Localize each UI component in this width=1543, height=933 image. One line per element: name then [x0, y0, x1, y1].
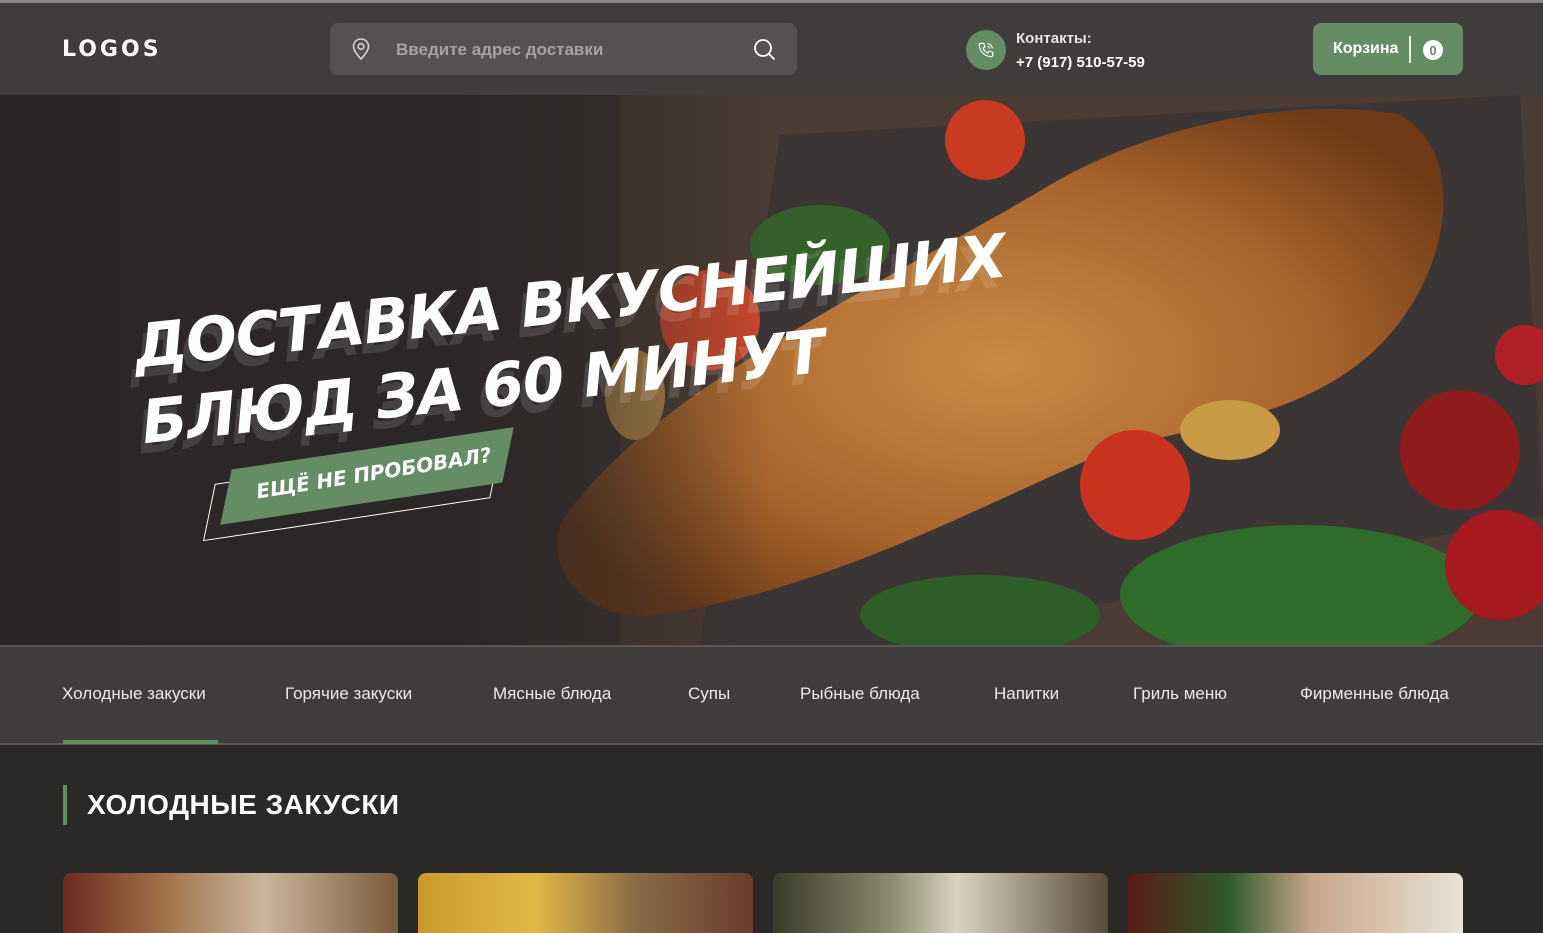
tab-grill-menu[interactable]: Гриль меню [1133, 684, 1227, 704]
tab-hot-appetizers[interactable]: Горячие закуски [285, 684, 412, 704]
location-pin-icon [352, 38, 370, 61]
contacts-label: Контакты: [1016, 30, 1092, 47]
address-search [330, 23, 797, 75]
tab-soups[interactable]: Супы [688, 684, 730, 704]
tab-drinks[interactable]: Напитки [994, 684, 1059, 704]
cart-label: Корзина [1333, 40, 1399, 57]
tab-meat-dishes[interactable]: Мясные блюда [493, 684, 611, 704]
product-card[interactable] [773, 873, 1108, 933]
tab-fish-dishes[interactable]: Рыбные блюда [800, 684, 920, 704]
hero-banner: ДОСТАВКА ВКУСНЕЙШИХ БЛЮД ЗА 60 МИНУТ [0, 95, 1543, 645]
search-icon[interactable] [752, 37, 776, 61]
active-tab-indicator [63, 740, 218, 744]
product-card[interactable] [63, 873, 398, 933]
product-card[interactable] [1128, 873, 1463, 933]
site-header: LOGOS Контакты: +7 (917) 510-57-59 Корзи… [0, 0, 1543, 95]
logo[interactable]: LOGOS [62, 37, 162, 62]
phone-icon[interactable] [966, 30, 1006, 70]
address-input[interactable] [394, 35, 728, 65]
tab-cold-appetizers[interactable]: Холодные закуски [62, 684, 206, 704]
section-title: ХОЛОДНЫЕ ЗАКУСКИ [87, 789, 400, 820]
cart-divider [1409, 36, 1411, 63]
category-nav: Холодные закуски Горячие закуски Мясные … [0, 645, 1543, 745]
cart-button[interactable]: Корзина 0 [1313, 23, 1463, 75]
product-card[interactable] [418, 873, 753, 933]
tab-signature-dishes[interactable]: Фирменные блюда [1300, 684, 1449, 704]
section-accent-bar [63, 785, 67, 825]
cart-count-badge: 0 [1423, 40, 1443, 60]
contacts-phone[interactable]: +7 (917) 510-57-59 [1016, 54, 1145, 71]
